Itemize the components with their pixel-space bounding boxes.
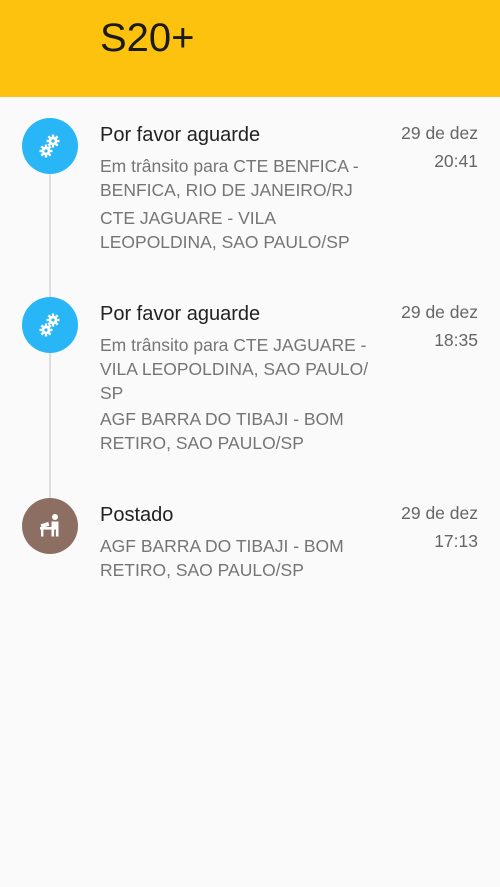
page-title: S20+ <box>100 16 195 60</box>
tracking-event[interactable]: Por favor aguarde Em trânsito para CTE J… <box>0 297 500 459</box>
gears-icon <box>22 297 78 353</box>
event-detail-line: Em trânsito para CTE JAGUARE - <box>100 335 367 355</box>
event-location-line: AGF BARRA DO TIBAJI - BOM <box>100 536 344 556</box>
event-location-line: RETIRO, SAO PAULO/SP <box>100 560 304 580</box>
event-title: Postado <box>100 504 174 526</box>
posting-counter-icon <box>22 498 78 554</box>
event-detail-line: VILA LEOPOLDINA, SAO PAULO/ <box>100 359 369 379</box>
tracking-event[interactable]: Postado AGF BARRA DO TIBAJI - BOM RETIRO… <box>0 498 500 588</box>
event-date: 29 de dez <box>401 123 478 143</box>
event-time: 20:41 <box>434 151 478 171</box>
event-location-line: RETIRO, SAO PAULO/SP <box>100 433 304 453</box>
event-location-line: AGF BARRA DO TIBAJI - BOM <box>100 409 344 429</box>
gears-icon <box>22 118 78 174</box>
event-date: 29 de dez <box>401 302 478 322</box>
event-detail-line: BENFICA, RIO DE JANEIRO/RJ <box>100 180 353 200</box>
event-location-line: CTE JAGUARE - VILA <box>100 208 277 228</box>
event-time: 17:13 <box>434 531 478 551</box>
event-location-line: LEOPOLDINA, SAO PAULO/SP <box>100 232 350 252</box>
event-date: 29 de dez <box>401 503 478 523</box>
event-detail-line: Em trânsito para CTE BENFICA - <box>100 156 359 176</box>
event-time: 18:35 <box>434 330 478 350</box>
event-title: Por favor aguarde <box>100 303 261 325</box>
event-title: Por favor aguarde <box>100 124 261 146</box>
event-detail-line: SP <box>100 383 124 403</box>
app-bar: S20+ <box>0 0 500 97</box>
tracking-event[interactable]: Por favor aguarde Em trânsito para CTE B… <box>0 118 500 258</box>
